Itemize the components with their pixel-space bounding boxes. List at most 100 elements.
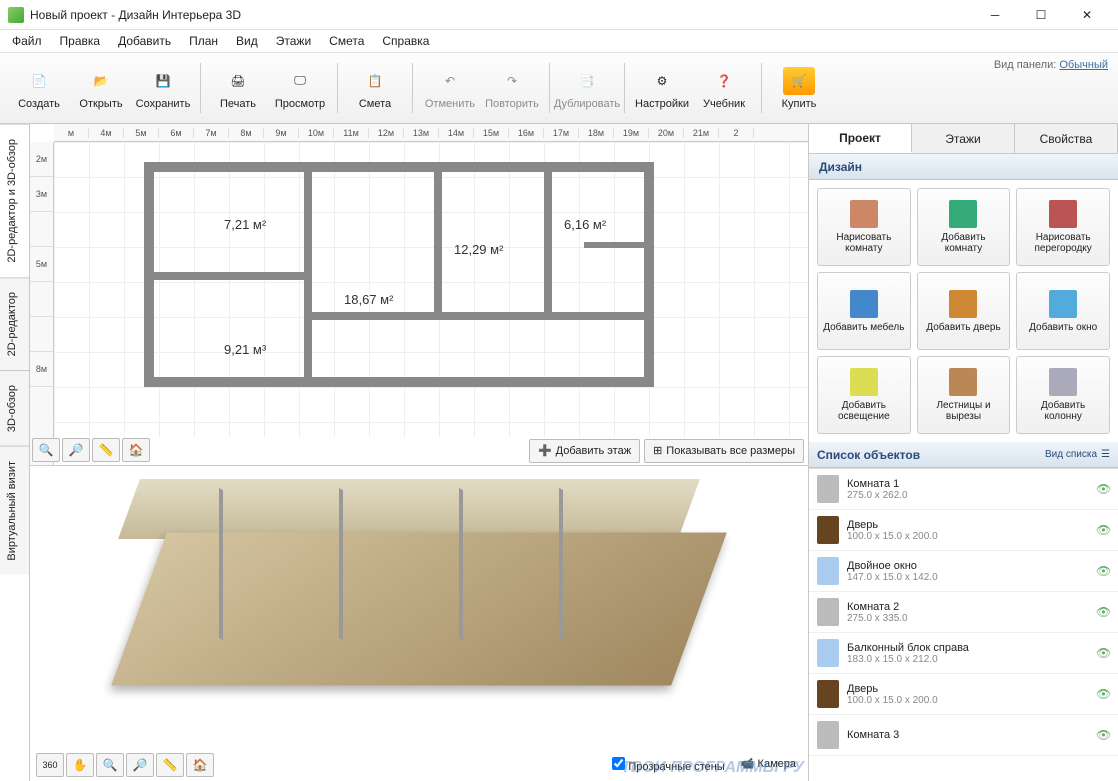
estimate-icon: 📋 — [359, 67, 391, 95]
workspace: 2D-редактор и 3D-обзор2D-редактор3D-обзо… — [0, 124, 1118, 781]
visibility-icon[interactable]: 👁 — [1096, 564, 1110, 578]
home-icon[interactable]: 🏠 — [122, 438, 150, 462]
side-tab-1[interactable]: 2D-редактор — [0, 277, 29, 370]
toolbar-save-button[interactable]: 💾Сохранить — [132, 58, 194, 118]
object-item[interactable]: Балконный блок справа183.0 x 15.0 x 212.… — [809, 633, 1118, 674]
design-btn-0[interactable]: Нарисовать комнату — [817, 188, 911, 266]
window-icon — [817, 557, 839, 585]
object-list: Комната 1275.0 x 262.0👁Дверь100.0 x 15.0… — [809, 468, 1118, 781]
toolbar-help-button[interactable]: ❓Учебник — [693, 58, 755, 118]
show-dimensions-button[interactable]: ⊞Показывать все размеры — [644, 439, 804, 463]
zoom-in-icon[interactable]: 🔎 — [62, 438, 90, 462]
room-icon — [817, 475, 839, 503]
panel-mode-link[interactable]: Обычный — [1059, 59, 1108, 71]
zoom-out-3d-icon[interactable]: 🔍 — [96, 753, 124, 777]
close-button[interactable]: ✕ — [1064, 0, 1110, 30]
menu-Добавить[interactable]: Добавить — [110, 32, 179, 50]
menu-План[interactable]: План — [181, 32, 226, 50]
visibility-icon[interactable]: 👁 — [1096, 482, 1110, 496]
plan-2d-view[interactable]: м4м5м6м7м8м9м10м11м12м13м14м15м16м17м18м… — [30, 124, 808, 466]
menu-Вид[interactable]: Вид — [228, 32, 266, 50]
door-icon — [817, 680, 839, 708]
transparent-walls-checkbox[interactable]: Прозрачные стены — [612, 757, 725, 773]
undo-icon: ↶ — [434, 67, 466, 95]
right-tabs: ПроектЭтажиСвойства — [809, 124, 1118, 154]
floorplan: 7,21 м²18,67 м²12,29 м²6,16 м²9,21 м³ — [144, 162, 654, 387]
list-view-icon[interactable]: ☰ — [1101, 449, 1110, 460]
right-panel: ПроектЭтажиСвойства Дизайн Нарисовать ко… — [808, 124, 1118, 781]
right-tab-Свойства[interactable]: Свойства — [1015, 124, 1118, 153]
visibility-icon[interactable]: 👁 — [1096, 687, 1110, 701]
visibility-icon[interactable]: 👁 — [1096, 605, 1110, 619]
rotate-360-icon[interactable]: 360 — [36, 753, 64, 777]
toolbar-new-button[interactable]: 📄Создать — [8, 58, 70, 118]
design-icon-1 — [949, 200, 977, 228]
view-3d[interactable]: 360 ✋ 🔍 🔎 📏 🏠 Прозрачные стены 📹 Камера — [30, 466, 808, 781]
plan-canvas[interactable]: 7,21 м²18,67 м²12,29 м²6,16 м²9,21 м³ — [54, 142, 808, 437]
titlebar: Новый проект - Дизайн Интерьера 3D ─ ☐ ✕ — [0, 0, 1118, 30]
object-item[interactable]: Дверь100.0 x 15.0 x 200.0👁 — [809, 674, 1118, 715]
screen-icon: 🖵 — [284, 67, 316, 95]
object-item[interactable]: Дверь100.0 x 15.0 x 200.0👁 — [809, 510, 1118, 551]
menu-Правка[interactable]: Правка — [52, 32, 109, 50]
toolbar-print-button[interactable]: 🖨Печать — [207, 58, 269, 118]
toolbar-estimate-button[interactable]: 📋Смета — [344, 58, 406, 118]
design-icon-0 — [850, 200, 878, 228]
design-icon-8 — [1049, 368, 1077, 396]
camera-checkbox[interactable]: 📹 Камера — [741, 757, 796, 773]
pan-icon[interactable]: ✋ — [66, 753, 94, 777]
side-tab-3[interactable]: Виртуальный визит — [0, 446, 29, 575]
design-icon-3 — [850, 290, 878, 318]
minimize-button[interactable]: ─ — [972, 0, 1018, 30]
object-item[interactable]: Комната 1275.0 x 262.0👁 — [809, 469, 1118, 510]
right-tab-Этажи[interactable]: Этажи — [912, 124, 1015, 153]
toolbar-undo-button: ↶Отменить — [419, 58, 481, 118]
design-btn-8[interactable]: Добавить колонну — [1016, 356, 1110, 434]
room-icon — [817, 598, 839, 626]
side-tabs: 2D-редактор и 3D-обзор2D-редактор3D-обзо… — [0, 124, 30, 781]
side-tab-2[interactable]: 3D-обзор — [0, 370, 29, 446]
app-icon — [8, 7, 24, 23]
balcony-icon — [817, 639, 839, 667]
design-btn-7[interactable]: Лестницы и вырезы — [917, 356, 1011, 434]
right-tab-Проект[interactable]: Проект — [809, 124, 912, 153]
menu-Файл[interactable]: Файл — [4, 32, 50, 50]
design-btn-2[interactable]: Нарисовать перегородку — [1016, 188, 1110, 266]
toolbar-cart-button[interactable]: 🛒Купить — [768, 58, 830, 118]
design-icon-4 — [949, 290, 977, 318]
dup-icon: 📑 — [571, 67, 603, 95]
zoom-in-3d-icon[interactable]: 🔎 — [126, 753, 154, 777]
toolbar-screen-button[interactable]: 🖵Просмотр — [269, 58, 331, 118]
view3d-tools: 360 ✋ 🔍 🔎 📏 🏠 — [36, 753, 214, 777]
design-btn-5[interactable]: Добавить окно — [1016, 272, 1110, 350]
menu-Смета[interactable]: Смета — [321, 32, 372, 50]
measure-icon[interactable]: 📏 — [92, 438, 120, 462]
visibility-icon[interactable]: 👁 — [1096, 646, 1110, 660]
measure-3d-icon[interactable]: 📏 — [156, 753, 184, 777]
room-area-label: 12,29 м² — [454, 242, 503, 257]
object-item[interactable]: Комната 2275.0 x 335.0👁 — [809, 592, 1118, 633]
visibility-icon[interactable]: 👁 — [1096, 728, 1110, 742]
cart-icon: 🛒 — [783, 67, 815, 95]
menu-Этажи[interactable]: Этажи — [268, 32, 319, 50]
side-tab-0[interactable]: 2D-редактор и 3D-обзор — [0, 124, 29, 277]
object-item[interactable]: Двойное окно147.0 x 15.0 x 142.0👁 — [809, 551, 1118, 592]
design-btn-1[interactable]: Добавить комнату — [917, 188, 1011, 266]
door-icon — [817, 516, 839, 544]
object-list-header: Список объектов Вид списка ☰ — [809, 442, 1118, 468]
zoom-out-icon[interactable]: 🔍 — [32, 438, 60, 462]
maximize-button[interactable]: ☐ — [1018, 0, 1064, 30]
toolbar-redo-button: ↷Повторить — [481, 58, 543, 118]
toolbar-settings-button[interactable]: ⚙Настройки — [631, 58, 693, 118]
toolbar-open-button[interactable]: 📂Открыть — [70, 58, 132, 118]
home-3d-icon[interactable]: 🏠 — [186, 753, 214, 777]
add-floor-button[interactable]: ➕Добавить этаж — [529, 439, 640, 463]
object-item[interactable]: Комната 3👁 — [809, 715, 1118, 756]
design-btn-4[interactable]: Добавить дверь — [917, 272, 1011, 350]
visibility-icon[interactable]: 👁 — [1096, 523, 1110, 537]
room-area-label: 9,21 м³ — [224, 342, 266, 357]
room-area-label: 7,21 м² — [224, 217, 266, 232]
design-btn-6[interactable]: Добавить освещение — [817, 356, 911, 434]
design-btn-3[interactable]: Добавить мебель — [817, 272, 911, 350]
menu-Справка[interactable]: Справка — [374, 32, 437, 50]
